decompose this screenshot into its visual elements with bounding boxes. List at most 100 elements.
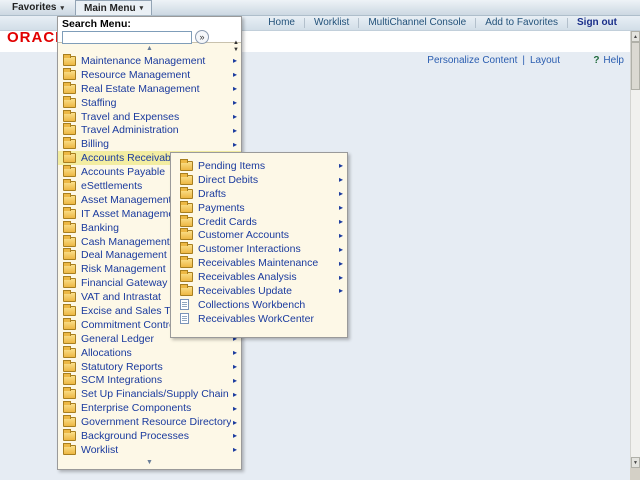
menu-item[interactable]: Maintenance Management ▸ (58, 54, 241, 68)
submenu-arrow-icon: ▸ (233, 56, 237, 65)
add-to-favorites-link[interactable]: Add to Favorites (475, 18, 567, 28)
menu-item-label: Background Processes (81, 430, 231, 442)
folder-icon (63, 264, 76, 274)
search-menu-label: Search Menu: (62, 18, 237, 30)
menu-item[interactable]: Worklist ▸ (58, 443, 241, 457)
menu-scroll-control[interactable]: ▲ ▼ (233, 40, 239, 54)
submenu-item[interactable]: Customer Accounts ▸ (175, 228, 347, 242)
folder-icon (63, 292, 76, 302)
menu-item[interactable]: Statutory Reports ▸ (58, 360, 241, 374)
menu-item[interactable]: Travel and Expenses ▸ (58, 110, 241, 124)
folder-icon (63, 153, 76, 163)
menu-scroll-down-button[interactable]: ▼ (58, 457, 241, 468)
menu-item[interactable]: Background Processes ▸ (58, 429, 241, 443)
folder-icon (63, 112, 76, 122)
folder-icon (180, 217, 193, 227)
submenu-item[interactable]: Receivables Analysis ▸ (175, 270, 347, 284)
menu-item[interactable]: Real Estate Management ▸ (58, 82, 241, 96)
menu-item[interactable]: Set Up Financials/Supply Chain ▸ (58, 387, 241, 401)
folder-icon (63, 431, 76, 441)
submenu-item[interactable]: Receivables WorkCenter ▸ (175, 312, 347, 326)
scrollbar-up-button[interactable]: ▲ (631, 31, 640, 42)
folder-icon (63, 209, 76, 219)
submenu-item-label: Receivables Update (198, 285, 337, 297)
menu-item[interactable]: Allocations ▸ (58, 346, 241, 360)
folder-icon (63, 195, 76, 205)
menu-item[interactable]: Travel Administration ▸ (58, 123, 241, 137)
menu-item[interactable]: Government Resource Directory ▸ (58, 415, 241, 429)
submenu-arrow-icon: ▸ (233, 362, 237, 371)
divider: | (522, 55, 525, 66)
folder-icon (180, 189, 193, 199)
submenu-item-label: Pending Items (198, 160, 337, 172)
submenu-arrow-icon: ▸ (339, 245, 343, 254)
submenu-item[interactable]: Payments ▸ (175, 201, 347, 215)
worklist-link[interactable]: Worklist (304, 18, 358, 28)
help-label: Help (603, 55, 624, 66)
submenu-item[interactable]: Customer Interactions ▸ (175, 242, 347, 256)
scrollbar-thumb[interactable] (631, 42, 640, 90)
folder-icon (63, 445, 76, 455)
help-link[interactable]: ? Help (593, 55, 624, 66)
submenu-item[interactable]: Direct Debits ▸ (175, 173, 347, 187)
triangle-up-icon: ▲ (633, 34, 638, 40)
folder-icon (63, 139, 76, 149)
submenu-item-label: Customer Accounts (198, 229, 337, 241)
folder-icon (63, 348, 76, 358)
submenu-arrow-icon: ▸ (339, 203, 343, 212)
favorites-label: Favorites (12, 2, 56, 13)
menu-search-input[interactable] (62, 31, 192, 44)
submenu-item[interactable]: Drafts ▸ (175, 187, 347, 201)
submenu-arrow-icon: ▸ (233, 404, 237, 413)
folder-icon (180, 230, 193, 240)
menu-item-label: Staffing (81, 97, 231, 109)
submenu-item[interactable]: Collections Workbench ▸ (175, 298, 347, 312)
submenu-arrow-icon: ▸ (233, 126, 237, 135)
personalize-content-link[interactable]: Personalize Content (427, 55, 517, 66)
caret-down-icon: ▾ (140, 4, 144, 12)
menu-item-label: Allocations (81, 347, 231, 359)
vertical-scrollbar[interactable]: ▲ ▼ (630, 31, 640, 468)
menu-item[interactable]: Resource Management ▸ (58, 68, 241, 82)
scrollbar-down-button[interactable]: ▼ (631, 457, 640, 468)
submenu-item-label: Payments (198, 202, 337, 214)
submenu-arrow-icon: ▸ (233, 70, 237, 79)
submenu-arrow-icon: ▸ (339, 286, 343, 295)
submenu-item-label: Direct Debits (198, 174, 337, 186)
search-go-button[interactable]: » (195, 30, 209, 44)
submenu-item[interactable]: Pending Items ▸ (175, 159, 347, 173)
home-link[interactable]: Home (259, 18, 304, 28)
menu-item-label: Billing (81, 138, 231, 150)
folder-icon (63, 320, 76, 330)
submenu-item[interactable]: Receivables Update ▸ (175, 284, 347, 298)
submenu-item[interactable]: Receivables Maintenance ▸ (175, 256, 347, 270)
submenu-arrow-icon: ▸ (339, 259, 343, 268)
multichannel-console-link[interactable]: MultiChannel Console (358, 18, 475, 28)
menu-scroll-up-button[interactable]: ▲ (58, 43, 241, 54)
menu-item-label: Real Estate Management (81, 83, 231, 95)
main-menu-button[interactable]: Main Menu ▾ (75, 0, 152, 15)
scroll-up-icon: ▲ (233, 40, 239, 47)
menu-item[interactable]: SCM Integrations ▸ (58, 373, 241, 387)
submenu-arrow-icon: ▸ (233, 445, 237, 454)
menu-item-label: Travel Administration (81, 124, 231, 136)
folder-icon (63, 125, 76, 135)
folder-icon (63, 403, 76, 413)
folder-icon (180, 272, 193, 282)
doc-icon (180, 313, 189, 324)
folder-icon (180, 203, 193, 213)
menu-item-label: Government Resource Directory (81, 416, 231, 428)
scrollbar-corner (630, 468, 640, 480)
submenu-arrow-icon: ▸ (233, 98, 237, 107)
menu-item[interactable]: Staffing ▸ (58, 96, 241, 110)
sign-out-link[interactable]: Sign out (567, 18, 626, 28)
menu-item[interactable]: Enterprise Components ▸ (58, 401, 241, 415)
submenu-item[interactable]: Credit Cards ▸ (175, 215, 347, 229)
layout-link[interactable]: Layout (530, 55, 560, 66)
folder-icon (63, 362, 76, 372)
favorites-button[interactable]: Favorites ▾ (4, 0, 72, 15)
submenu-item-label: Receivables WorkCenter (198, 313, 337, 325)
folder-icon (63, 334, 76, 344)
folder-icon (63, 306, 76, 316)
menu-item[interactable]: Billing ▸ (58, 137, 241, 151)
